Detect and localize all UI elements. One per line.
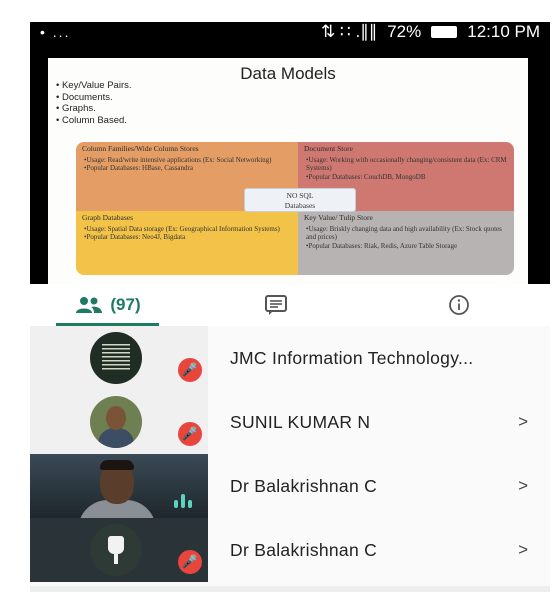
slide-bullets: Key/Value Pairs. Documents. Graphs. Colu… — [56, 80, 132, 126]
participant-row[interactable]: Dr Balakrishnan C > — [30, 454, 550, 518]
quadrant-title: Key Value/ Tulip Store — [304, 213, 373, 222]
tab-info[interactable] — [368, 284, 551, 326]
meeting-tab-bar: (97) — [30, 284, 550, 326]
battery-percent: 72% — [387, 22, 422, 41]
presentation-slide: Data Models Key/Value Pairs. Documents. … — [48, 58, 528, 284]
participant-row[interactable]: 🎤 SUNIL KUMAR N > — [30, 390, 550, 454]
participant-count: (97) — [110, 295, 141, 314]
chat-icon — [265, 295, 288, 315]
quadrant-item: Usage: Briskly changing data and high av… — [306, 225, 508, 242]
quadrant-item: Popular Databases: Neo4J, Bigdata — [84, 233, 292, 242]
clock: 12:10 PM — [467, 22, 540, 41]
chevron-right-icon[interactable]: > — [518, 540, 528, 560]
chevron-right-icon[interactable]: > — [518, 476, 528, 496]
status-bar: • ... ⇅ ∷ .∥∥ 72% 12:10 PM — [30, 22, 550, 42]
participant-thumbnail: 🎤 — [30, 518, 208, 582]
nosql-label-line1: NO SQL — [286, 191, 314, 200]
participant-name: Dr Balakrishnan C — [230, 539, 378, 560]
tab-chat[interactable] — [185, 284, 368, 326]
avatar — [90, 396, 142, 448]
mic-off-icon: 🎤 — [178, 358, 202, 382]
nosql-center-label: NO SQL Databases — [244, 188, 356, 212]
tab-people[interactable]: (97) — [30, 284, 185, 326]
slide-bullet: Documents. — [56, 92, 132, 104]
chevron-right-icon[interactable]: > — [518, 412, 528, 432]
participant-thumbnail: 🎤 — [30, 390, 208, 454]
slide-bullet: Key/Value Pairs. — [56, 80, 132, 92]
nosql-label-line2: Databases — [284, 201, 316, 210]
avatar — [90, 524, 142, 576]
quadrant-item: Popular Databases: CouchDB, MongoDB — [306, 173, 508, 182]
slide-bullet: Column Based. — [56, 115, 132, 127]
participant-name: Dr Balakrishnan C — [230, 475, 378, 496]
status-indicators: ⇅ ∷ .∥∥ 72% 12:10 PM — [321, 22, 540, 42]
avatar — [90, 332, 142, 384]
status-notifications: • ... — [40, 24, 71, 40]
quadrant-item: Usage: Spatial Data storage (Ex: Geograp… — [84, 225, 292, 234]
quadrant-graph-databases: Graph Databases Usage: Spatial Data stor… — [76, 211, 298, 275]
quadrant-item: Usage: Read/write intensive applications… — [84, 156, 292, 165]
quadrant-key-value-store: Key Value/ Tulip Store Usage: Briskly ch… — [298, 211, 514, 275]
mic-off-icon: 🎤 — [178, 550, 202, 574]
participant-row[interactable]: 🎤 Dr Balakrishnan C > — [30, 518, 550, 582]
list-bottom-divider — [30, 586, 550, 592]
participant-video — [30, 454, 208, 518]
quadrant-item: Popular Databases: Riak, Redis, Azure Ta… — [306, 242, 508, 251]
signal-icon: ⇅ ∷ .∥∥ — [320, 22, 378, 41]
speaking-indicator-icon — [174, 494, 192, 508]
shared-screen[interactable]: Data Models Key/Value Pairs. Documents. … — [30, 42, 550, 284]
slide-bullet: Graphs. — [56, 103, 132, 115]
quadrant-title: Column Families/Wide Column Stores — [82, 144, 199, 153]
people-icon — [76, 297, 103, 313]
quadrant-title: Document Store — [304, 144, 353, 153]
participant-row[interactable]: 🎤 JMC Information Technology... — [30, 326, 550, 390]
battery-icon — [431, 26, 458, 38]
mic-off-icon: 🎤 — [178, 422, 202, 446]
info-icon — [448, 295, 469, 315]
participants-list: 🎤 JMC Information Technology... 🎤 SUNIL … — [30, 326, 550, 586]
participant-name: JMC Information Technology... — [230, 347, 474, 368]
quadrant-item: Usage: Working with occasionally changin… — [306, 156, 508, 173]
quadrant-item: Popular Databases: HBase, Cassandra — [84, 164, 292, 173]
participant-name: SUNIL KUMAR N — [230, 411, 371, 432]
participant-thumbnail: 🎤 — [30, 326, 208, 390]
quadrant-title: Graph Databases — [82, 213, 134, 222]
